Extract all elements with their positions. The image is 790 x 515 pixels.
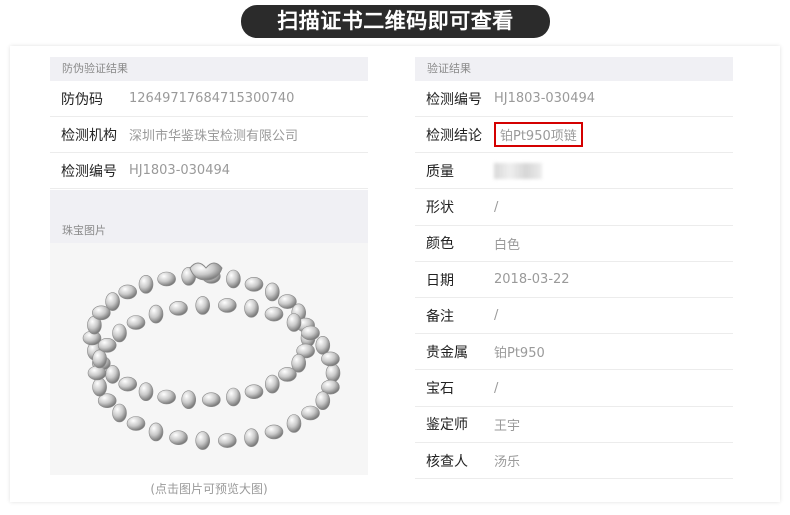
row-label: 核查人 xyxy=(426,453,468,470)
necklace-bead xyxy=(244,299,259,318)
necklace-bead xyxy=(218,433,237,448)
row-label: 日期 xyxy=(426,272,454,289)
necklace-bead xyxy=(265,374,280,394)
necklace-bead xyxy=(157,271,176,287)
row-value: 12649717684715300740 xyxy=(129,91,295,106)
necklace-bead xyxy=(286,414,302,433)
row-test-number: 检测编号 HJ1803-030494 xyxy=(50,153,368,189)
row-label: 检测机构 xyxy=(61,127,117,144)
scan-banner: 扫描证书二维码即可查看 xyxy=(241,5,550,38)
row-value: / xyxy=(494,308,499,324)
necklace-bead xyxy=(264,424,284,440)
necklace-bead xyxy=(315,391,331,410)
jewelry-image-header: 珠宝图片 xyxy=(50,190,368,243)
row-value: 王宇 xyxy=(494,418,521,434)
row-value: 2018-03-22 xyxy=(494,272,570,287)
row-appraiser: 鉴定师 王宇 xyxy=(415,407,733,443)
row-value: HJ1803-030494 xyxy=(494,91,596,106)
row-value: 汤乐 xyxy=(494,455,521,470)
necklace-bead xyxy=(157,389,176,405)
necklace-bead xyxy=(97,338,117,353)
row-value: 白色 xyxy=(494,237,521,253)
row-reviewer: 核查人 汤乐 xyxy=(415,443,733,479)
verification-header: 验证结果 xyxy=(415,57,733,81)
row-label: 宝石 xyxy=(426,381,454,398)
necklace-bead xyxy=(195,431,210,450)
necklace-bead xyxy=(112,323,127,343)
necklace-bead xyxy=(126,315,146,330)
row-remark: 备注 / xyxy=(415,298,733,335)
necklace-bead xyxy=(195,296,210,315)
row-label: 形状 xyxy=(426,200,454,217)
necklace-bead xyxy=(218,298,237,313)
row-test-number: 检测编号 HJ1803-030494 xyxy=(415,81,733,117)
necklace-bead xyxy=(301,405,320,421)
row-testing-org: 检测机构 深圳市华鉴珠宝检测有限公司 xyxy=(50,117,368,153)
necklace-bead xyxy=(226,387,241,407)
necklace-bead xyxy=(126,416,146,431)
conclusion-value-highlighted: 铂Pt950项链 xyxy=(494,122,583,148)
necklace-bead xyxy=(118,376,137,392)
necklace-image xyxy=(82,262,341,450)
necklace-bead xyxy=(92,349,107,369)
row-value: 铂Pt950 xyxy=(494,346,545,362)
necklace-bead xyxy=(148,304,164,324)
necklace-bead xyxy=(138,382,154,401)
necklace-bead xyxy=(169,430,188,445)
necklace-bead xyxy=(264,306,284,322)
necklace-bead xyxy=(325,363,341,383)
necklace-bead xyxy=(148,422,164,442)
row-conclusion: 检测结论 铂Pt950项链 xyxy=(415,117,733,154)
row-value: 深圳市华鉴珠宝检测有限公司 xyxy=(129,129,299,144)
necklace-bead xyxy=(181,390,196,409)
image-caption[interactable]: (点击图片可预览大图) xyxy=(50,480,368,497)
row-label: 检测编号 xyxy=(61,163,117,180)
necklace-bead xyxy=(226,269,241,289)
necklace-bead xyxy=(265,282,280,302)
row-value: / xyxy=(494,380,499,396)
necklace-bead xyxy=(301,325,320,341)
necklace-bead xyxy=(286,313,302,332)
row-value: HJ1803-030494 xyxy=(129,163,231,178)
row-label: 备注 xyxy=(426,308,454,325)
row-value: / xyxy=(494,199,499,215)
necklace-bead xyxy=(118,284,137,300)
necklace-bead xyxy=(315,336,331,355)
necklace-bead xyxy=(202,392,221,407)
row-label: 检测结论 xyxy=(426,127,482,144)
necklace-bead xyxy=(244,276,264,292)
row-shape: 形状 / xyxy=(415,190,733,226)
row-label: 检测编号 xyxy=(426,91,482,108)
necklace-bead xyxy=(278,367,297,382)
jewelry-image[interactable] xyxy=(50,243,368,475)
necklace-bead xyxy=(321,351,340,367)
necklace-bead xyxy=(112,403,127,423)
necklace-bead xyxy=(244,428,259,447)
row-label: 贵金属 xyxy=(426,344,468,361)
row-date: 日期 2018-03-22 xyxy=(415,262,733,298)
row-label: 质量 xyxy=(426,163,454,180)
row-anti-counterfeit-code: 防伪码 12649717684715300740 xyxy=(50,81,368,117)
anti-counterfeit-header: 防伪验证结果 xyxy=(50,57,368,81)
necklace-bead xyxy=(169,301,188,316)
row-gemstone: 宝石 / xyxy=(415,371,733,407)
row-precious-metal: 贵金属 铂Pt950 xyxy=(415,334,733,371)
row-label: 颜色 xyxy=(426,236,454,253)
blurred-weight-value xyxy=(494,162,542,179)
necklace-bead xyxy=(244,384,264,399)
row-color: 颜色 白色 xyxy=(415,226,733,262)
necklace-bead xyxy=(138,274,154,294)
row-weight: 质量 xyxy=(415,153,733,190)
necklace-bead xyxy=(87,365,107,381)
necklace-bead xyxy=(105,292,120,311)
row-label: 鉴定师 xyxy=(426,417,468,434)
necklace-bead xyxy=(92,377,107,397)
row-label: 防伪码 xyxy=(61,91,103,108)
